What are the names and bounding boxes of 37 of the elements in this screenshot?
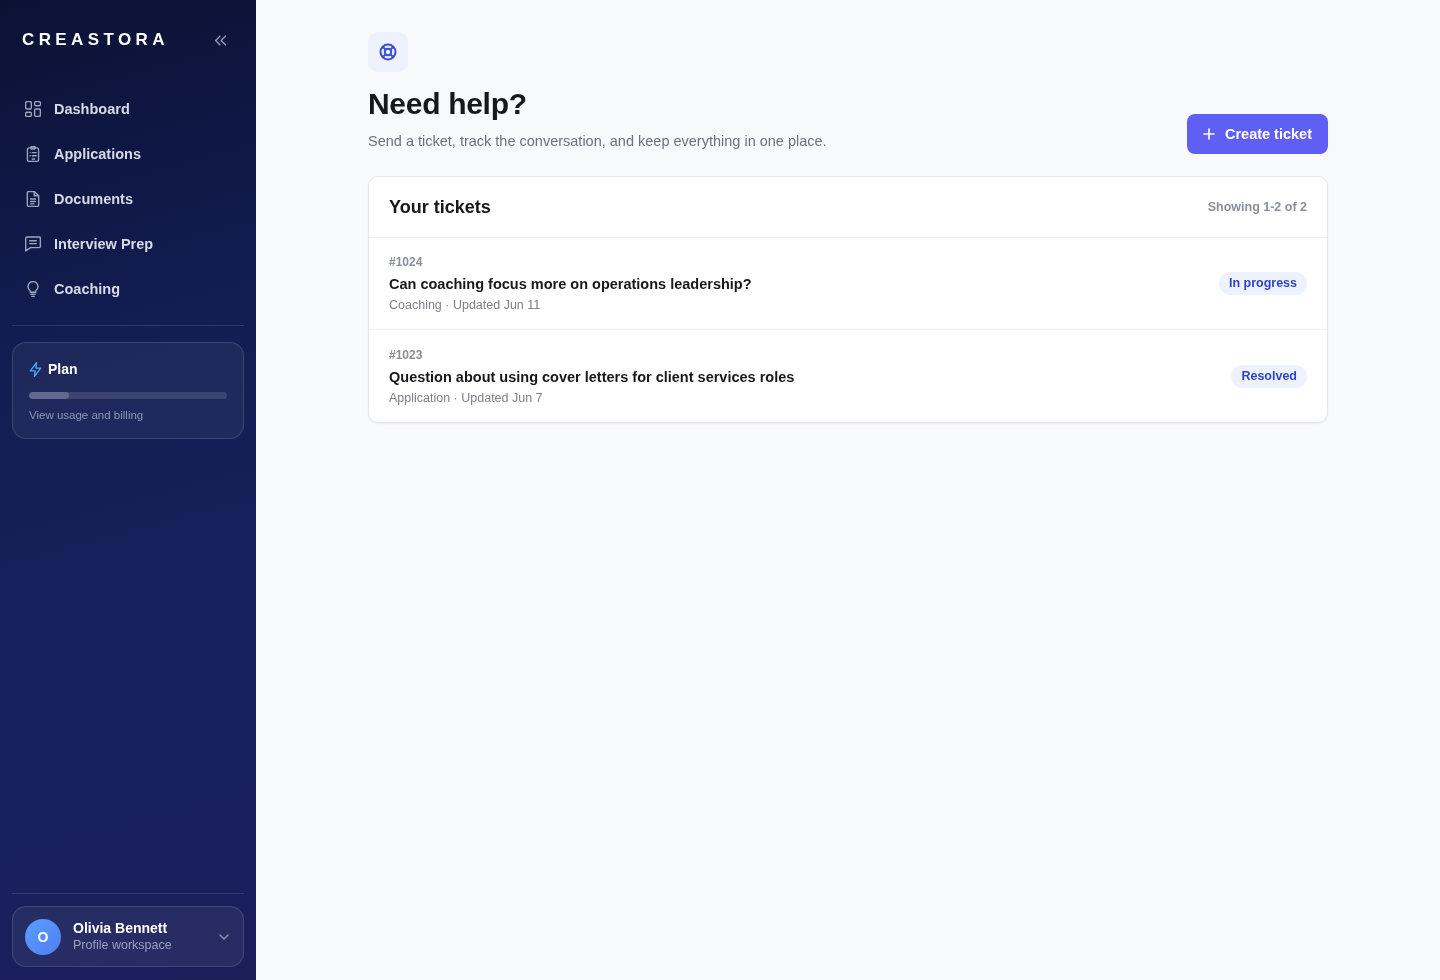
page-title: Need help? xyxy=(368,86,528,122)
plus-icon xyxy=(1202,128,1215,140)
document-icon xyxy=(25,190,41,207)
lightning-icon xyxy=(29,361,42,377)
ticket-id: #1023 xyxy=(389,346,424,364)
ticket-row[interactable]: #1023 Question about using cover letters for client services roles Application · Updated Jun 7 Resolved xyxy=(369,330,1327,422)
profile-card[interactable]: O Olivia Bennett Profile workspace xyxy=(12,906,244,967)
logo-wordmark: CREASTORA xyxy=(22,30,169,50)
grid-icon xyxy=(25,100,41,117)
avatar: O xyxy=(25,918,61,955)
results-count: Showing 1-2 of 2 xyxy=(1207,200,1307,214)
profile-name: Olivia Bennett xyxy=(73,919,169,937)
nav-item[interactable]: Coaching xyxy=(12,266,244,311)
plan-title: Plan xyxy=(48,361,78,377)
usage-billing-link[interactable]: View usage and billing xyxy=(29,407,227,423)
nav-item[interactable]: Documents xyxy=(12,176,244,221)
create-ticket-button[interactable]: Create ticket xyxy=(1186,114,1328,154)
collapse-icon[interactable] xyxy=(214,34,227,46)
clipboard-list-icon xyxy=(25,145,41,162)
nav-item[interactable]: Interview Prep xyxy=(12,221,244,266)
ticket-meta: Application · Updated Jun 7 xyxy=(389,389,544,407)
status-badge: In progress xyxy=(1218,272,1307,295)
lifebuoy-icon xyxy=(368,32,408,72)
ticket-title: Can coaching focus more on operations leadership? xyxy=(389,275,752,294)
lightbulb-icon xyxy=(25,280,41,297)
chat-lines-icon xyxy=(25,235,41,252)
ticket-id: #1024 xyxy=(389,254,424,271)
ticket-row[interactable]: #1024 Can coaching focus more on operations leadership? Coaching · Updated Jun 11 In progress xyxy=(369,238,1327,330)
profile-subtitle: Profile workspace xyxy=(73,937,173,954)
ticket-meta: Coaching · Updated Jun 11 xyxy=(389,297,542,314)
nav-item[interactable]: Applications xyxy=(12,131,244,176)
page-subtitle: Send a ticket, track the conversation, and keep everything in one place. xyxy=(368,132,827,151)
status-badge: Resolved xyxy=(1231,364,1307,388)
nav-item[interactable]: Dashboard xyxy=(12,86,244,131)
chevron-down-icon xyxy=(219,933,229,940)
card-title: Your tickets xyxy=(389,196,491,218)
ticket-title: Question about using cover letters for client services roles xyxy=(389,367,795,387)
